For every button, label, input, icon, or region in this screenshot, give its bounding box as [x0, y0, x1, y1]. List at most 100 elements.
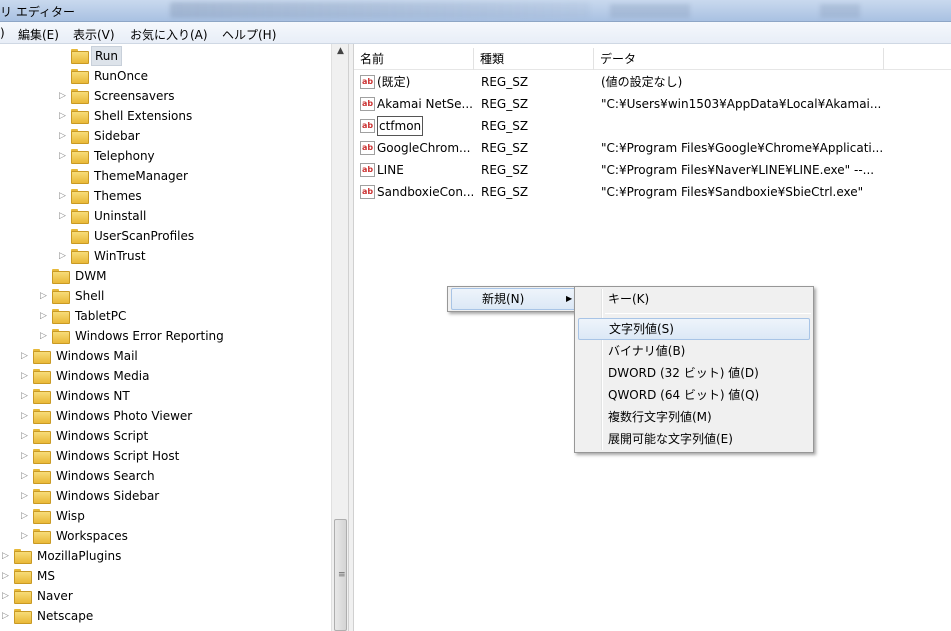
expand-arrow-icon[interactable]: ▷	[21, 406, 31, 426]
tree-node-label: Windows Sidebar	[56, 489, 160, 503]
value-type: REG_SZ	[481, 119, 529, 133]
value-row[interactable]: ab Akamai NetSe... REG_SZ "C:¥Users¥win1503…	[354, 93, 951, 115]
folder-icon	[71, 209, 89, 224]
submenu-item[interactable]: 文字列値(S)	[578, 318, 810, 340]
tree-node-label: Windows Script Host	[56, 449, 180, 463]
submenu-item[interactable]: QWORD (64 ビット) 値(Q)	[578, 384, 810, 406]
expand-arrow-icon[interactable]: ▷	[40, 326, 50, 346]
tree-node-label: ThemeManager	[94, 169, 188, 183]
expand-arrow-icon[interactable]: ▷	[59, 186, 69, 206]
expand-arrow-icon[interactable]: ▷	[21, 346, 31, 366]
expand-arrow-icon[interactable]: ▷	[59, 146, 69, 166]
blurred-area	[170, 2, 590, 18]
tree-node-label: Telephony	[94, 149, 155, 163]
tree-node-label: Windows Search	[56, 469, 155, 483]
tree-node-label: TabletPC	[75, 309, 127, 323]
tree-node-label: Windows Photo Viewer	[56, 409, 193, 423]
folder-icon	[33, 449, 51, 464]
folder-icon	[52, 309, 70, 324]
expand-arrow-icon[interactable]: ▷	[59, 106, 69, 126]
folder-icon	[33, 409, 51, 424]
value-row[interactable]: ab GoogleChrom... REG_SZ "C:¥Program Files¥…	[354, 137, 951, 159]
expand-arrow-icon[interactable]: ▷	[2, 606, 12, 626]
expand-arrow-icon[interactable]: ▷	[40, 286, 50, 306]
value-name-edit-field[interactable]: ctfmon	[377, 116, 424, 136]
new-submenu: キー(K) 文字列値(S) バイナリ値(B) DWORD (32 ビット) 値(D) Q…	[574, 286, 814, 453]
value-row[interactable]: ab (既定) REG_SZ (値の設定なし)	[354, 71, 951, 93]
expand-arrow-icon[interactable]: ▷	[2, 566, 12, 586]
scroll-up-arrow-icon[interactable]: ▲	[332, 46, 349, 56]
tree-node-label: Windows NT	[56, 389, 130, 403]
folder-icon	[71, 109, 89, 124]
submenu-arrow-icon: ▶	[566, 294, 573, 303]
value-data: (値の設定なし)	[601, 75, 683, 89]
expand-arrow-icon[interactable]: ▷	[2, 546, 12, 566]
tree-scrollbar[interactable]: ▲ ≡	[331, 44, 348, 631]
expand-arrow-icon[interactable]: ▷	[21, 386, 31, 406]
value-data: "C:¥Program Files¥Sandboxie¥SbieCtrl.exe…	[601, 185, 864, 199]
tree-node-label: Uninstall	[94, 209, 147, 223]
folder-icon	[71, 189, 89, 204]
expand-arrow-icon[interactable]: ▷	[40, 306, 50, 326]
folder-icon	[71, 169, 89, 184]
expand-arrow-icon[interactable]: ▷	[21, 486, 31, 506]
expand-arrow-icon[interactable]: ▷	[21, 426, 31, 446]
value-row[interactable]: ab LINE REG_SZ "C:¥Program Files¥Naver¥LINE…	[354, 159, 951, 181]
submenu-item-label: 複数行文字列値(M)	[608, 410, 712, 424]
tree-node-label: MS	[37, 569, 55, 583]
column-header-type[interactable]: 種類	[474, 48, 594, 70]
column-header-data[interactable]: データ	[594, 48, 884, 70]
expand-arrow-icon[interactable]: ▷	[21, 366, 31, 386]
blurred-area	[820, 4, 860, 18]
submenu-item[interactable]: キー(K)	[578, 288, 810, 310]
expand-arrow-icon[interactable]: ▷	[21, 446, 31, 466]
expand-arrow-icon[interactable]: ▷	[59, 86, 69, 106]
menu-favorites[interactable]: お気に入り(A)	[130, 26, 208, 43]
expand-arrow-icon[interactable]: ▷	[2, 586, 12, 606]
submenu-item[interactable]: DWORD (32 ビット) 値(D)	[578, 362, 810, 384]
folder-icon	[71, 49, 89, 64]
string-value-icon: ab	[360, 163, 375, 177]
expand-arrow-icon[interactable]: ▷	[21, 506, 31, 526]
folder-icon	[71, 229, 89, 244]
value-type: REG_SZ	[481, 185, 529, 199]
folder-icon	[14, 569, 32, 584]
value-name: LINE	[377, 163, 404, 177]
expand-arrow-icon[interactable]: ▷	[59, 246, 69, 266]
folder-icon	[33, 469, 51, 484]
tree-node-label: Shell Extensions	[94, 109, 193, 123]
submenu-item-label: キー(K)	[608, 292, 650, 306]
menu-edit[interactable]: 編集(E)	[18, 26, 59, 43]
folder-icon	[33, 429, 51, 444]
submenu-item[interactable]: バイナリ値(B)	[578, 340, 810, 362]
menu-item-new[interactable]: 新規(N) ▶	[451, 288, 576, 310]
tree-node-label: Netscape	[37, 609, 94, 623]
value-name: (既定)	[377, 75, 411, 89]
context-menu: 新規(N) ▶	[447, 286, 579, 312]
scroll-thumb[interactable]: ≡	[334, 519, 347, 631]
folder-icon	[52, 289, 70, 304]
tree-node-label: Workspaces	[56, 529, 128, 543]
registry-key-tree: Run RunOnce ▷ Screensavers ▷ Shell Extensions…	[0, 44, 347, 631]
folder-icon	[14, 589, 32, 604]
expand-arrow-icon[interactable]: ▷	[21, 466, 31, 486]
value-type: REG_SZ	[481, 75, 529, 89]
submenu-item-label: QWORD (64 ビット) 値(Q)	[608, 388, 760, 402]
submenu-item[interactable]: 複数行文字列値(M)	[578, 406, 810, 428]
menu-help[interactable]: ヘルプ(H)	[222, 26, 276, 43]
expand-arrow-icon[interactable]: ▷	[21, 526, 31, 546]
expand-arrow-icon[interactable]: ▷	[59, 126, 69, 146]
value-name: SandboxieCon...	[377, 185, 473, 199]
expand-arrow-icon[interactable]: ▷	[59, 206, 69, 226]
value-row[interactable]: ab ctfmon REG_SZ	[354, 115, 951, 137]
menu-view[interactable]: 表示(V)	[73, 26, 115, 43]
tree-node-label: Windows Media	[56, 369, 150, 383]
folder-icon	[52, 269, 70, 284]
tree-node-label: Screensavers	[94, 89, 175, 103]
column-header-name[interactable]: 名前	[354, 48, 474, 70]
menu-separator	[605, 313, 811, 314]
submenu-item[interactable]: 展開可能な文字列値(E)	[578, 428, 810, 450]
value-data: "C:¥Users¥win1503¥AppData¥Local¥Akamai..…	[601, 97, 882, 111]
menu-file[interactable]: )	[0, 26, 5, 40]
value-row[interactable]: ab SandboxieCon... REG_SZ "C:¥Program Files…	[354, 181, 951, 203]
